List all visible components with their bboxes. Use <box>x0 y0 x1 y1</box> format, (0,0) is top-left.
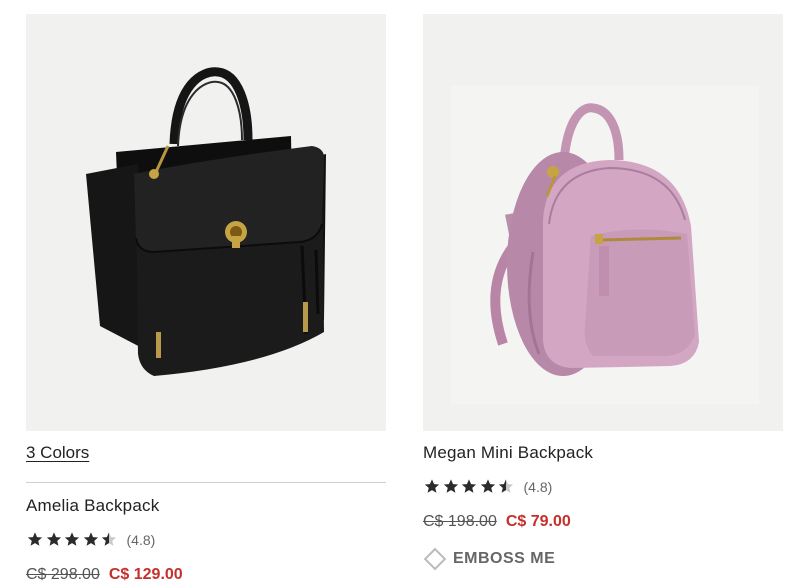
original-price: C$ 298.00 <box>26 566 100 583</box>
product-name[interactable]: Megan Mini Backpack <box>423 443 593 463</box>
rating: (4.8) <box>423 478 552 495</box>
star-icon <box>83 532 98 546</box>
divider <box>26 482 386 483</box>
price: C$ 198.00 C$ 79.00 <box>423 513 571 531</box>
emboss-label: EMBOSS ME <box>453 550 556 567</box>
rating-stars <box>423 478 516 495</box>
product-name[interactable]: Amelia Backpack <box>26 496 159 516</box>
rating-stars <box>26 531 119 548</box>
rating-value: (4.8) <box>126 531 156 548</box>
star-icon <box>424 479 440 493</box>
star-icon <box>101 532 117 546</box>
rating: (4.8) <box>26 531 155 548</box>
star-icon <box>64 532 80 546</box>
star-icon <box>443 479 458 493</box>
original-price: C$ 198.00 <box>423 513 497 530</box>
star-icon <box>498 479 514 493</box>
star-icon <box>27 532 43 546</box>
star-icon <box>480 479 495 493</box>
diamond-icon <box>423 547 447 571</box>
sale-price: C$ 129.00 <box>108 566 183 583</box>
emboss-me-button[interactable]: EMBOSS ME <box>423 547 556 571</box>
colors-link[interactable]: 3 Colors <box>26 443 89 463</box>
star-icon <box>46 532 61 546</box>
rating-value: (4.8) <box>523 478 553 495</box>
sale-price: C$ 79.00 <box>505 513 571 530</box>
star-icon <box>461 479 477 493</box>
product-image-amelia-backpack[interactable] <box>26 14 386 431</box>
product-image-megan-mini-backpack[interactable] <box>423 14 783 431</box>
price: C$ 298.00 C$ 129.00 <box>26 566 183 584</box>
